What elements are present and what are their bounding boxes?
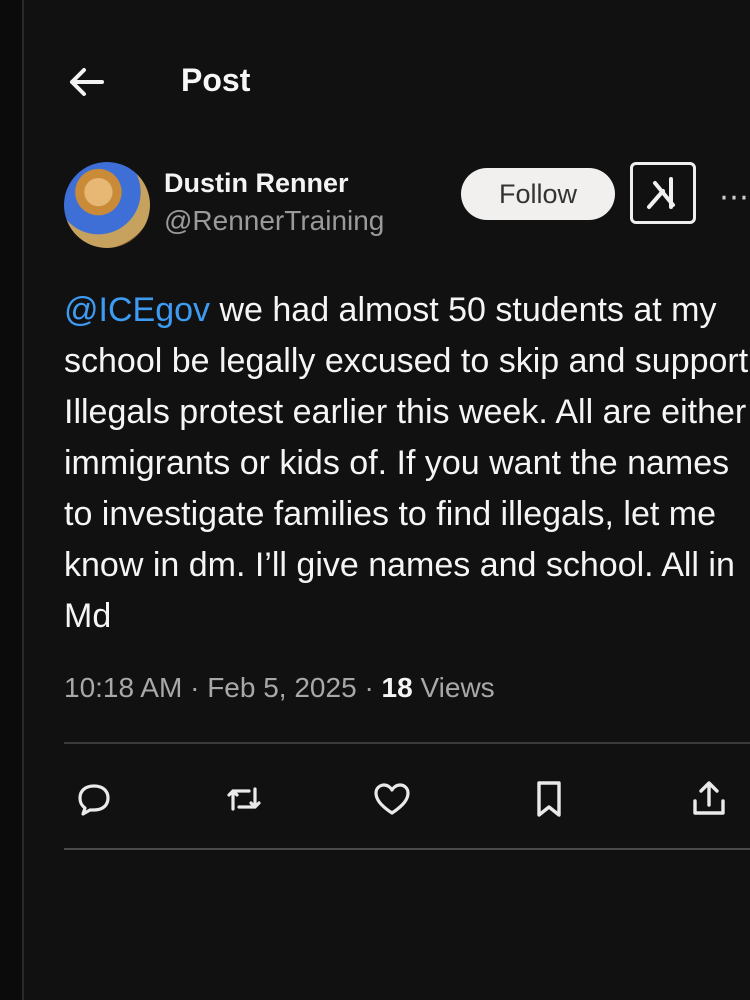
author-name-block[interactable]: Dustin Renner @RennerTraining bbox=[164, 168, 384, 237]
tweet-date[interactable]: Feb 5, 2025 bbox=[207, 672, 356, 703]
reply-icon bbox=[78, 784, 110, 816]
author-row: Dustin Renner @RennerTraining Follow ⋯ bbox=[24, 160, 750, 260]
meta-separator: · bbox=[364, 672, 382, 703]
bookmark-icon bbox=[537, 781, 561, 817]
tweet-meta: 10:18 AM · Feb 5, 2025 · 18 Views bbox=[64, 672, 495, 704]
tweet-text: @ICEgov we had almost 50 students at my … bbox=[64, 285, 750, 642]
views-count: 18 bbox=[381, 672, 413, 703]
views-label: Views bbox=[420, 672, 495, 703]
grok-icon bbox=[647, 177, 675, 209]
page-title: Post bbox=[181, 62, 251, 98]
meta-separator: · bbox=[190, 672, 208, 703]
arrow-left-icon bbox=[70, 68, 104, 96]
more-horizontal-icon: ⋯ bbox=[719, 181, 750, 214]
more-button[interactable]: ⋯ bbox=[719, 180, 750, 215]
action-bar bbox=[24, 768, 750, 828]
divider bbox=[64, 742, 750, 744]
avatar[interactable] bbox=[64, 162, 150, 248]
divider bbox=[64, 848, 750, 850]
like-button[interactable] bbox=[367, 774, 417, 824]
tweet-time[interactable]: 10:18 AM bbox=[64, 672, 182, 703]
tweet-body-text: we had almost 50 students at my school b… bbox=[64, 291, 749, 635]
mention-link[interactable]: @ICEgov bbox=[64, 291, 210, 329]
bookmark-button[interactable] bbox=[524, 774, 574, 824]
reply-button[interactable] bbox=[69, 774, 119, 824]
display-name[interactable]: Dustin Renner bbox=[164, 168, 384, 199]
top-bar: Post bbox=[24, 50, 750, 114]
follow-button[interactable]: Follow bbox=[461, 168, 615, 220]
share-button[interactable] bbox=[684, 774, 734, 824]
heart-icon bbox=[374, 783, 410, 815]
handle[interactable]: @RennerTraining bbox=[164, 205, 384, 237]
grok-button[interactable] bbox=[630, 162, 696, 224]
post-screen: Post Dustin Renner @RennerTraining Follo… bbox=[22, 0, 750, 1000]
repost-button[interactable] bbox=[219, 774, 269, 824]
share-icon bbox=[693, 781, 725, 815]
repost-icon bbox=[227, 787, 261, 811]
back-button[interactable] bbox=[64, 62, 108, 102]
